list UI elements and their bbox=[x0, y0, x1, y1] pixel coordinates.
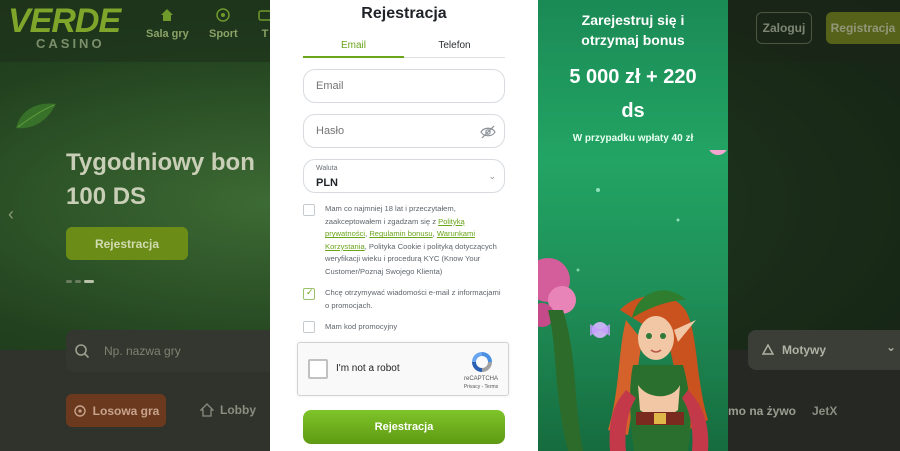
nav-sport[interactable]: Sport bbox=[209, 8, 238, 48]
promo-headline: Zarejestruj się i otrzymaj bonus bbox=[538, 10, 728, 50]
recaptcha-checkbox[interactable] bbox=[308, 359, 328, 379]
hero-title-line1: Tygodniowy bon bbox=[66, 149, 255, 176]
register-submit-button[interactable]: Rejestracja bbox=[303, 410, 505, 444]
recaptcha-brand: reCAPTCHA bbox=[463, 376, 498, 382]
newsletter-checkbox[interactable]: ✓ bbox=[303, 287, 315, 300]
hero-title: Tygodniowy bon 100 DS bbox=[66, 146, 276, 214]
random-game-label: Losowa gra bbox=[92, 403, 160, 418]
terms-text: Mam co najmniej 18 lat i przeczytałem, z… bbox=[325, 203, 505, 279]
email-field[interactable] bbox=[303, 69, 505, 103]
lobby-label: Lobby bbox=[220, 403, 256, 417]
nav-label: Sala gry bbox=[146, 28, 189, 40]
live-casino-tab[interactable]: mo na żywo bbox=[728, 404, 796, 418]
search-icon bbox=[75, 344, 90, 359]
newsletter-text: Chcę otrzymywać wiadomości e-mail z info… bbox=[325, 288, 501, 310]
currency-label: Waluta bbox=[316, 165, 338, 172]
password-field[interactable] bbox=[303, 114, 505, 148]
logo-subtitle: CASINO bbox=[36, 36, 105, 51]
promo-amount-line1: 5 000 zł + 220 bbox=[569, 66, 697, 88]
home-icon bbox=[161, 9, 174, 21]
promo-deposit-note: W przypadku wpłaty 40 zł bbox=[572, 133, 694, 144]
hero-register-button[interactable]: Rejestracja bbox=[66, 227, 188, 260]
password-input[interactable] bbox=[304, 115, 504, 147]
themes-dropdown[interactable]: Motywy ⌄ bbox=[748, 330, 900, 370]
promo-code-checkbox[interactable] bbox=[303, 321, 315, 333]
bonus-terms-link[interactable]: Regulamin bonusu bbox=[369, 229, 432, 238]
promo-amount: 5 000 zł + 220 ds bbox=[538, 60, 728, 128]
random-game-button[interactable]: Losowa gra bbox=[66, 394, 166, 427]
home-icon bbox=[200, 403, 214, 417]
recaptcha-widget: I'm not a robot reCAPTCHA Privacy - Term… bbox=[297, 342, 509, 396]
recaptcha-privacy-terms[interactable]: Privacy - Terms bbox=[456, 384, 506, 390]
themes-icon bbox=[761, 343, 775, 355]
promo-amount-line2: ds bbox=[621, 100, 645, 122]
currency-select[interactable]: Waluta PLN ⌄ bbox=[303, 159, 505, 193]
leaf-decoration bbox=[16, 103, 56, 129]
flower-icon bbox=[73, 404, 86, 417]
promo-headline-line2: otrzymaj bonus bbox=[581, 32, 685, 48]
chevron-down-icon: ⌄ bbox=[886, 340, 897, 354]
slider-dots[interactable] bbox=[66, 280, 96, 284]
terms-checkbox[interactable] bbox=[303, 204, 315, 216]
tab-phone[interactable]: Telefon bbox=[404, 36, 505, 58]
modal-title: Rejestracja bbox=[361, 5, 447, 22]
chevron-down-icon: ⌄ bbox=[488, 171, 496, 181]
promo-code-text: Mam kod promocyjny bbox=[325, 322, 398, 331]
nav-label: Sport bbox=[209, 28, 238, 40]
promo-panel: Zarejestruj się i otrzymaj bonus 5 000 z… bbox=[538, 0, 728, 451]
terms-text-before: Mam co najmniej 18 lat i przeczytałem, z… bbox=[325, 204, 456, 226]
recaptcha-label: I'm not a robot bbox=[336, 363, 400, 374]
elf-character-illustration bbox=[538, 150, 727, 451]
nav-label: T bbox=[261, 28, 269, 40]
slider-prev-arrow[interactable]: ‹ bbox=[8, 204, 14, 225]
nav-sala-gry[interactable]: Sala gry bbox=[146, 8, 189, 48]
lobby-tab[interactable]: Lobby bbox=[200, 403, 256, 417]
registration-tabs: Email Telefon bbox=[303, 36, 505, 58]
hero-title-line2: 100 DS bbox=[66, 183, 147, 210]
email-input[interactable] bbox=[304, 70, 504, 102]
jetx-tab[interactable]: JetX bbox=[812, 404, 837, 418]
registration-modal: Rejestracja Email Telefon Waluta PLN ⌄ M… bbox=[270, 0, 538, 451]
dim-overlay bbox=[728, 0, 900, 451]
soccer-ball-icon bbox=[216, 8, 231, 22]
recaptcha-logo-icon bbox=[472, 352, 492, 372]
promo-headline-line1: Zarejestruj się i bbox=[581, 12, 685, 28]
checkmark-icon: ✓ bbox=[306, 287, 314, 297]
search-placeholder: Np. nazwa gry bbox=[104, 344, 181, 358]
themes-label: Motywy bbox=[782, 343, 827, 357]
eye-off-icon[interactable] bbox=[480, 124, 496, 140]
tab-email[interactable]: Email bbox=[303, 36, 404, 58]
site-logo[interactable]: VERDE CASINO bbox=[8, 2, 138, 54]
currency-value: PLN bbox=[316, 177, 338, 189]
